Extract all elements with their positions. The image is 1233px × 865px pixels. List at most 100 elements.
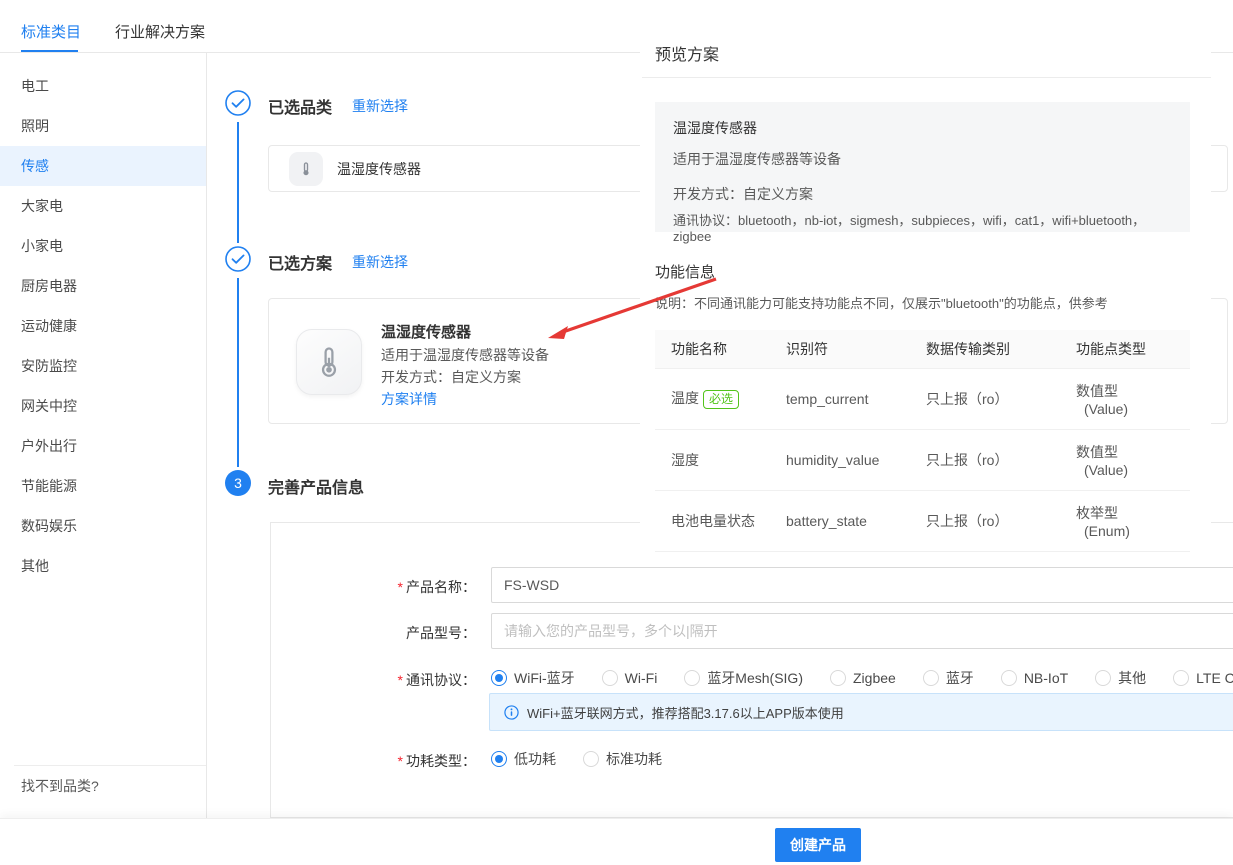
sidebar-item-others[interactable]: 其他 — [0, 546, 206, 586]
col-identifier: 识别符 — [770, 330, 910, 368]
col-point-type: 功能点类型 — [1060, 330, 1190, 368]
sidebar-item-digital-entertainment[interactable]: 数码娱乐 — [0, 506, 206, 546]
fn-transfer: 只上报（ro） — [910, 490, 1060, 551]
summary-protocols: 通讯协议：bluetooth，nb-iot，sigmesh，subpieces，… — [673, 210, 1172, 244]
function-info-note: 说明：不同通讯能力可能支持功能点不同，仅展示"bluetooth"的功能点，供参… — [655, 293, 1108, 312]
table-row: 温度必选 temp_current 只上报（ro） 数值型(Value) — [655, 368, 1190, 429]
protocol-option-wifi[interactable]: Wi-Fi — [602, 670, 658, 686]
sidebar-item-energy-saving[interactable]: 节能能源 — [0, 466, 206, 506]
step3-number-badge: 3 — [225, 470, 251, 496]
function-info-heading: 功能信息 — [655, 261, 715, 282]
protocol-option-wifi-ble[interactable]: WiFi-蓝牙 — [491, 668, 575, 688]
protocol-option-lte-cat1[interactable]: LTE Cat.1 — [1173, 670, 1233, 686]
required-asterisk: * — [398, 579, 403, 595]
fn-transfer: 只上报（ro） — [910, 429, 1060, 490]
solution-detail-link[interactable]: 方案详情 — [381, 389, 437, 409]
col-transfer-type: 数据传输类别 — [910, 330, 1060, 368]
radio-selected-icon[interactable] — [491, 670, 507, 686]
protocol-radio-group: WiFi-蓝牙 Wi-Fi 蓝牙Mesh(SIG) Zigbee 蓝牙 NB-I… — [491, 668, 1233, 688]
sidebar-footer-divider — [14, 765, 206, 766]
required-asterisk: * — [398, 753, 403, 769]
page: 标准类目 行业解决方案 电工 照明 传感 大家电 小家电 厨房电器 运动健康 安… — [0, 0, 1233, 865]
radio-icon[interactable] — [684, 670, 700, 686]
selected-category-name: 温湿度传感器 — [337, 159, 421, 179]
radio-icon[interactable] — [1001, 670, 1017, 686]
product-model-input[interactable] — [491, 613, 1233, 649]
step1-reselect-link[interactable]: 重新选择 — [352, 96, 408, 116]
fn-type: 枚举型(Enum) — [1060, 490, 1190, 551]
fn-type: 数值型(Value) — [1060, 368, 1190, 429]
protocol-option-ble-mesh[interactable]: 蓝牙Mesh(SIG) — [684, 668, 803, 688]
fn-transfer: 只上报（ro） — [910, 368, 1060, 429]
product-info-form: *产品名称： 产品型号： *通讯协议： WiFi-蓝牙 Wi-Fi 蓝牙Mesh… — [270, 522, 1233, 818]
function-points-table: 功能名称 识别符 数据传输类别 功能点类型 温度必选 temp_current … — [655, 330, 1190, 552]
sidebar-item-lighting[interactable]: 照明 — [0, 106, 206, 146]
product-name-label: *产品名称： — [356, 577, 476, 597]
preview-panel-title: 预览方案 — [655, 41, 719, 65]
protocol-option-ble[interactable]: 蓝牙 — [923, 668, 974, 688]
fn-name: 湿度 — [655, 429, 770, 490]
protocol-hint-banner: WiFi+蓝牙联网方式，推荐搭配3.17.6以上APP版本使用 — [489, 693, 1233, 731]
tab-standard-category[interactable]: 标准类目 — [21, 21, 81, 42]
sidebar-item-large-appliance[interactable]: 大家电 — [0, 186, 206, 226]
fn-identifier: battery_state — [770, 490, 910, 551]
step2-title: 已选方案 — [268, 250, 332, 274]
step2-check-icon — [225, 246, 251, 272]
product-name-input[interactable] — [491, 567, 1233, 603]
info-icon — [504, 705, 519, 720]
tab-industry-solutions[interactable]: 行业解决方案 — [115, 21, 205, 42]
required-badge: 必选 — [703, 390, 739, 409]
sidebar-item-small-appliance[interactable]: 小家电 — [0, 226, 206, 266]
category-sidebar: 电工 照明 传感 大家电 小家电 厨房电器 运动健康 安防监控 网关中控 户外出… — [0, 53, 207, 818]
col-function-name: 功能名称 — [655, 330, 770, 368]
thermometer-icon-large — [296, 329, 362, 395]
power-option-low[interactable]: 低功耗 — [491, 749, 556, 769]
solution-name: 温湿度传感器 — [381, 321, 471, 342]
step1-check-icon — [225, 90, 251, 116]
fn-name: 电池电量状态 — [655, 490, 770, 551]
solution-desc: 适用于温湿度传感器等设备 — [381, 345, 549, 365]
sidebar-item-gateway-control[interactable]: 网关中控 — [0, 386, 206, 426]
product-model-label: 产品型号： — [356, 623, 476, 643]
power-option-standard[interactable]: 标准功耗 — [583, 749, 662, 769]
table-row: 湿度 humidity_value 只上报（ro） 数值型(Value) — [655, 429, 1190, 490]
sidebar-item-security-monitoring[interactable]: 安防监控 — [0, 346, 206, 386]
protocol-hint-text: WiFi+蓝牙联网方式，推荐搭配3.17.6以上APP版本使用 — [527, 703, 844, 722]
step3-title: 完善产品信息 — [268, 474, 364, 498]
cannot-find-category-link[interactable]: 找不到品类? — [21, 776, 99, 796]
step2-reselect-link[interactable]: 重新选择 — [352, 252, 408, 272]
solution-dev-mode: 开发方式：自定义方案 — [381, 367, 521, 387]
radio-icon[interactable] — [602, 670, 618, 686]
protocol-option-other[interactable]: 其他 — [1095, 668, 1146, 688]
fn-identifier: temp_current — [770, 368, 910, 429]
table-row: 电池电量状态 battery_state 只上报（ro） 枚举型(Enum) — [655, 490, 1190, 551]
fn-type: 数值型(Value) — [1060, 429, 1190, 490]
summary-name: 温湿度传感器 — [673, 118, 1172, 138]
summary-dev-mode: 开发方式：自定义方案 — [673, 184, 1172, 204]
thermometer-icon — [289, 152, 323, 186]
sidebar-item-electrical[interactable]: 电工 — [0, 66, 206, 106]
solution-summary-box: 温湿度传感器 适用于温湿度传感器等设备 开发方式：自定义方案 通讯协议：blue… — [655, 102, 1190, 232]
required-asterisk: * — [398, 672, 403, 688]
create-product-button[interactable]: 创建产品 — [775, 828, 861, 862]
protocol-option-zigbee[interactable]: Zigbee — [830, 670, 896, 686]
step-connector-1 — [237, 122, 239, 243]
sidebar-item-sports-health[interactable]: 运动健康 — [0, 306, 206, 346]
sidebar-item-outdoor-travel[interactable]: 户外出行 — [0, 426, 206, 466]
power-type-radio-group: 低功耗 标准功耗 — [491, 749, 662, 769]
page-footer: 创建产品 — [0, 818, 1233, 865]
power-type-label: *功耗类型： — [356, 751, 476, 771]
preview-panel-divider — [642, 77, 1211, 78]
fn-identifier: humidity_value — [770, 429, 910, 490]
radio-icon[interactable] — [583, 751, 599, 767]
protocol-option-nbiot[interactable]: NB-IoT — [1001, 670, 1068, 686]
radio-selected-icon[interactable] — [491, 751, 507, 767]
radio-icon[interactable] — [1173, 670, 1189, 686]
step-connector-2 — [237, 278, 239, 467]
sidebar-item-kitchen-appliance[interactable]: 厨房电器 — [0, 266, 206, 306]
radio-icon[interactable] — [1095, 670, 1111, 686]
sidebar-item-sensor[interactable]: 传感 — [0, 146, 206, 186]
step1-title: 已选品类 — [268, 94, 332, 118]
radio-icon[interactable] — [923, 670, 939, 686]
radio-icon[interactable] — [830, 670, 846, 686]
